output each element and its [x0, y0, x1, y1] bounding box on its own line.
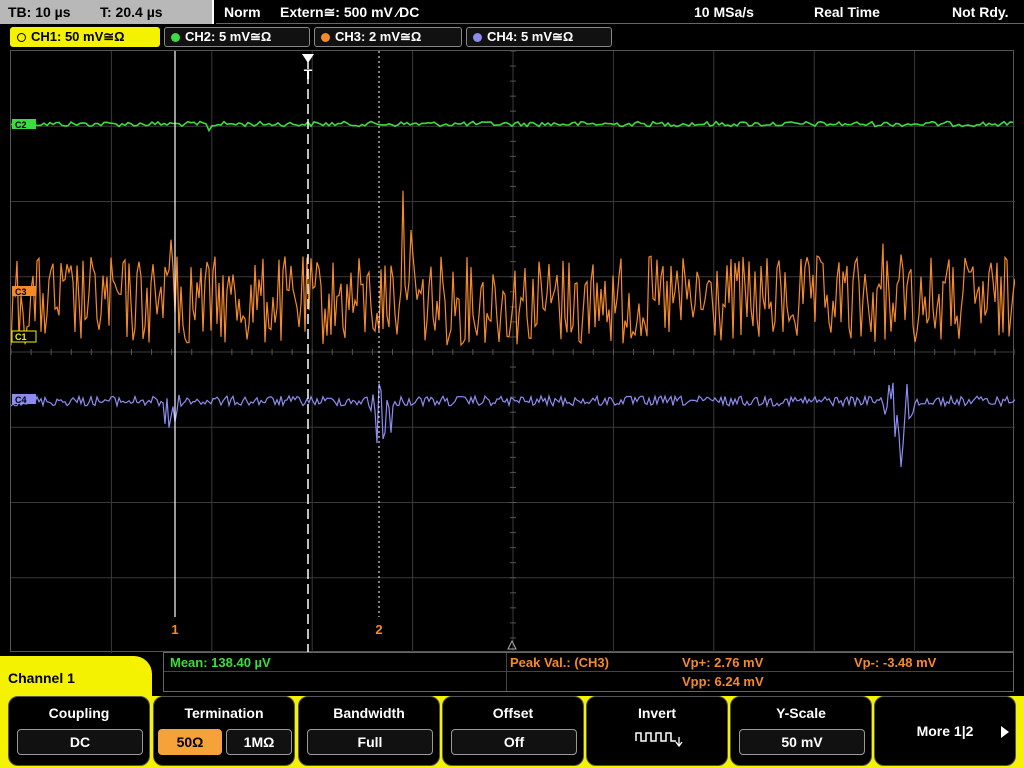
cursor-1-label: 1: [171, 622, 178, 637]
center-marker-icon: [507, 639, 517, 650]
trigger-marker: T: [304, 66, 313, 82]
channel-dot-icon: [171, 33, 180, 42]
bandwidth-title: Bandwidth: [333, 705, 405, 721]
sample-rate: 10 MSa/s: [694, 4, 754, 20]
trigger-status: Not Rdy.: [952, 4, 1009, 20]
invert-title: Invert: [637, 705, 677, 721]
tab-ch2-label: CH2: 5 mV≅Ω: [185, 29, 272, 44]
status-bar: TB: 10 µs T: 20.4 µs Norm Extern≅: 500 m…: [0, 0, 1024, 24]
next-page-arrow-icon: [1001, 726, 1009, 738]
trigger-position-readout: T: 20.4 µs: [100, 4, 163, 20]
ch4-level-tag-text: C4: [15, 395, 27, 405]
termination-50ohm-option[interactable]: 50Ω: [158, 729, 222, 755]
termination-softkey[interactable]: Termination 50Ω 1MΩ: [153, 696, 295, 766]
termination-title: Termination: [184, 705, 264, 721]
channel-dot-icon: [473, 33, 482, 42]
peak-measurement-label: Peak Val.: (CH3): [510, 655, 609, 670]
offset-title: Offset: [492, 705, 534, 721]
vp-plus-measurement: Vp+: 2.76 mV: [682, 655, 764, 670]
trigger-mode: Norm: [224, 4, 261, 20]
graticule-grid: [11, 51, 1015, 653]
more-softkey[interactable]: More 1|2: [874, 696, 1016, 766]
yscale-softkey[interactable]: Y-Scale 50 mV: [730, 696, 872, 766]
timebase-panel[interactable]: TB: 10 µs T: 20.4 µs: [0, 0, 214, 24]
coupling-title: Coupling: [48, 705, 110, 721]
bandwidth-softkey[interactable]: Bandwidth Full: [298, 696, 440, 766]
channel-dot-icon: [17, 33, 26, 42]
more-label: More 1|2: [916, 723, 974, 739]
measurement-divider: [506, 653, 507, 691]
measurement-divider: [164, 671, 1013, 672]
tab-ch3[interactable]: CH3: 2 mV≅Ω: [314, 27, 462, 47]
cursor-2-label: 2: [375, 622, 382, 637]
channel-tabs: CH1: 50 mV≅Ω CH2: 5 mV≅Ω CH3: 2 mV≅Ω CH4…: [0, 25, 1024, 47]
ch2-level-tag-text: C2: [15, 120, 27, 130]
coupling-value[interactable]: DC: [17, 729, 143, 755]
acquisition-mode: Real Time: [814, 4, 880, 20]
tab-ch4[interactable]: CH4: 5 mV≅Ω: [466, 27, 612, 47]
acquisition-panel[interactable]: Norm Extern≅: 500 mV ⁄DC 10 MSa/s Real T…: [216, 0, 1024, 24]
yscale-value[interactable]: 50 mV: [739, 729, 865, 755]
measurement-panel[interactable]: Mean: 138.40 µV Peak Val.: (CH3) Vp+: 2.…: [163, 652, 1014, 692]
waveform-display[interactable]: T 1 2 C2 C3 C1 C4: [10, 50, 1015, 653]
termination-1mohm-option[interactable]: 1MΩ: [226, 729, 292, 755]
tab-ch2[interactable]: CH2: 5 mV≅Ω: [164, 27, 310, 47]
ch3-level-tag-text: C3: [15, 287, 27, 297]
graticule-svg: T 1 2 C2 C3 C1 C4: [11, 51, 1015, 653]
active-channel-label: Channel 1: [0, 656, 152, 700]
offset-value[interactable]: Off: [451, 729, 577, 755]
tab-ch1[interactable]: CH1: 50 mV≅Ω: [10, 27, 160, 47]
mean-measurement: Mean: 138.40 µV: [170, 655, 271, 670]
ch1-level-tag-text: C1: [15, 332, 27, 342]
vp-minus-measurement: Vp-: -3.48 mV: [854, 655, 937, 670]
softkey-bar: Coupling DC Termination 50Ω 1MΩ Bandwidt…: [0, 696, 1024, 768]
channel-dot-icon: [321, 33, 330, 42]
invert-waveform-icon: [635, 732, 683, 748]
yscale-title: Y-Scale: [776, 705, 826, 721]
tab-ch1-label: CH1: 50 mV≅Ω: [31, 29, 125, 44]
coupling-softkey[interactable]: Coupling DC: [8, 696, 150, 766]
tab-ch3-label: CH3: 2 mV≅Ω: [335, 29, 422, 44]
bandwidth-value[interactable]: Full: [307, 729, 433, 755]
vpp-measurement: Vpp: 6.24 mV: [682, 674, 764, 689]
invert-softkey[interactable]: Invert: [586, 696, 728, 766]
timebase-readout: TB: 10 µs: [8, 4, 71, 20]
trigger-source: Extern≅: 500 mV ⁄DC: [280, 4, 420, 20]
tab-ch4-label: CH4: 5 mV≅Ω: [487, 29, 574, 44]
offset-softkey[interactable]: Offset Off: [442, 696, 584, 766]
